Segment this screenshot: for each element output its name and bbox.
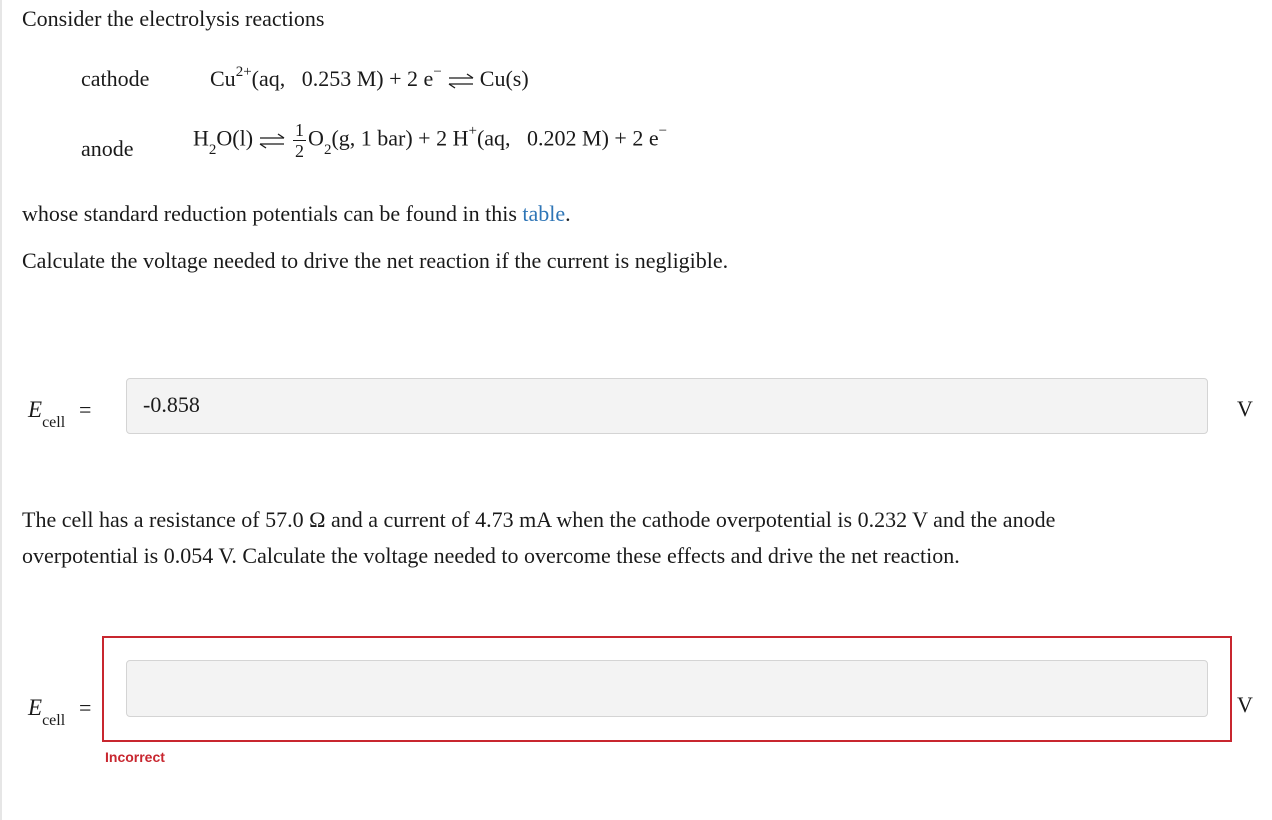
ecell-input-1[interactable]: -0.858 (126, 378, 1208, 434)
one-half-fraction: 12 (293, 120, 307, 161)
ecell-symbol: E (28, 397, 43, 422)
anode-label: anode (81, 136, 134, 161)
equals-sign-2: = (79, 695, 92, 720)
equals-sign-1: = (79, 397, 92, 422)
ecell-subscript: cell (42, 711, 66, 729)
anode-equation: H2O(l) 1 2 O2(g, 1 bar) + 2 H+(aq, 0.202 M)… (193, 121, 667, 160)
hydrogen-rest: (aq, 0.202 M) + 2 e (476, 125, 659, 151)
left-border (0, 0, 2, 820)
cathode-charge: 2+ (235, 63, 252, 80)
table-link[interactable]: table (522, 201, 565, 226)
question-2-line-1: The cell has a resistance of 57.0 Ω and … (22, 507, 1056, 532)
question-1: Calculate the voltage needed to drive th… (22, 248, 729, 273)
unit-label-1: V (1237, 396, 1253, 421)
anode-electron-charge: − (658, 123, 668, 140)
cathode-equation: Cu2+(aq, 0.253 M) + 2 e− Cu(s) (210, 63, 529, 92)
cathode-electron-charge: − (433, 63, 442, 80)
standard-text: whose standard reduction potentials can … (22, 201, 523, 226)
ecell-subscript: cell (42, 413, 66, 431)
water-rest: O(l) (216, 125, 254, 151)
water-sub: 2 (208, 141, 217, 158)
oxygen-symbol: O (308, 125, 324, 151)
water-h: H (193, 125, 209, 151)
oxygen-rest: (g, 1 bar) + 2 H (331, 125, 469, 151)
fraction-denominator: 2 (295, 141, 305, 161)
ecell-symbol: E (28, 695, 43, 720)
cathode-product: Cu(s) (479, 66, 529, 91)
question-2-line-2: overpotential is 0.054 V. Calculate the … (22, 543, 960, 568)
intro-text: Consider the electrolysis reactions (22, 6, 325, 31)
hydrogen-charge: + (468, 123, 477, 140)
cathode-conditions: (aq, 0.253 M) + 2 e (251, 66, 434, 91)
fraction-numerator: 1 (293, 120, 307, 141)
equilibrium-arrow-icon (259, 132, 285, 149)
equilibrium-arrow-icon (448, 73, 474, 89)
incorrect-feedback: Incorrect (105, 749, 165, 765)
cathode-label: cathode (81, 66, 150, 91)
oxygen-sub: 2 (323, 141, 332, 158)
cathode-species: Cu (210, 66, 236, 91)
standard-potential-text: whose standard reduction potentials can … (22, 201, 571, 227)
ecell-input-2[interactable] (126, 660, 1208, 717)
ecell-label-1: Ecell (28, 397, 65, 430)
standard-end: . (565, 201, 571, 226)
ecell-label-2: Ecell (28, 695, 65, 728)
unit-label-2: V (1237, 692, 1253, 717)
